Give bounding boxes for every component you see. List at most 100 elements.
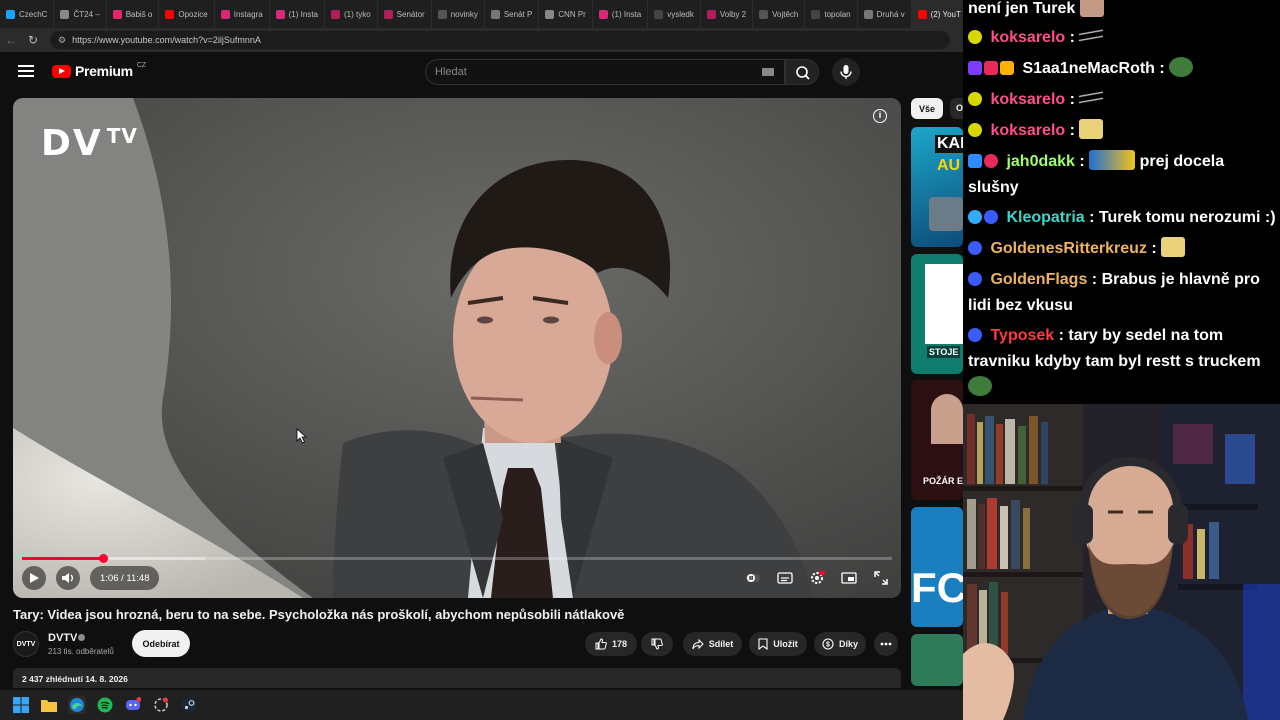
steam-icon[interactable] — [180, 696, 198, 714]
verified-icon — [78, 634, 85, 641]
site-settings-icon[interactable]: ⚙ — [58, 35, 66, 46]
reload-icon[interactable]: ↻ — [22, 33, 44, 47]
watermark-tv: TV — [106, 124, 138, 148]
volume-icon — [62, 573, 73, 583]
keyboard-icon[interactable] — [762, 68, 774, 76]
badge-icon — [968, 61, 982, 75]
search-input[interactable]: Hledat — [425, 59, 785, 85]
fullscreen-icon[interactable] — [871, 568, 891, 588]
chat-username: S1aa1neMacRoth — [1022, 60, 1155, 77]
progress-scrubber[interactable] — [98, 554, 108, 563]
chat-username: GoldenFlags — [990, 271, 1088, 288]
info-icon[interactable]: i — [873, 109, 887, 123]
recommended-thumbnail[interactable] — [911, 634, 963, 686]
tab-label: novinky — [450, 9, 478, 19]
mouse-cursor-icon — [296, 428, 308, 444]
browser-tab[interactable]: Opozice — [159, 0, 215, 28]
menu-icon[interactable] — [18, 65, 34, 77]
spotify-icon[interactable] — [96, 696, 114, 714]
progress-bar[interactable] — [22, 554, 892, 563]
browser-tab[interactable]: Babiš o — [107, 0, 160, 28]
tab-label: Babiš o — [125, 9, 153, 19]
browser-tab[interactable]: Instagra — [215, 0, 270, 28]
logo-word: Premium — [75, 63, 133, 79]
recommended-thumbnail[interactable]: STOJE — [911, 254, 963, 374]
video-player[interactable]: DV TV i 1:06 / 11:48 — [13, 98, 901, 598]
browser-tab[interactable]: Senát P — [485, 0, 540, 28]
app-icon[interactable] — [152, 696, 170, 714]
browser-tab[interactable]: (1) tyko — [325, 0, 378, 28]
address-bar[interactable]: ⚙ https://www.youtube.com/watch?v=2iljSu… — [50, 31, 950, 49]
tab-favicon-icon — [490, 9, 500, 19]
badge-icon — [968, 328, 982, 342]
search-button[interactable] — [785, 59, 819, 85]
dislike-button[interactable] — [641, 632, 673, 656]
volume-button[interactable] — [56, 566, 80, 590]
tab-favicon-icon — [383, 9, 393, 19]
more-actions-button[interactable] — [874, 632, 898, 656]
chat-message: koksarelo : — [968, 87, 1278, 113]
search-icon — [796, 66, 810, 80]
thumb-text: AU — [937, 157, 961, 174]
browser-tab[interactable]: ČT24 – — [54, 0, 107, 28]
description-box[interactable]: 2 437 zhlédnutí 14. 8. 2026 — [13, 668, 901, 688]
autoplay-toggle-icon[interactable] — [743, 568, 763, 588]
tab-label: CzechC — [19, 9, 48, 19]
stream-chat: není jen Turek koksarelo : S1aa1neMacRot… — [963, 0, 1280, 404]
browser-tab[interactable]: novinky — [432, 0, 485, 28]
discord-icon[interactable] — [124, 696, 142, 714]
browser-tab[interactable]: CzechC — [0, 0, 55, 28]
browser-tab[interactable]: Volby 2 — [701, 0, 754, 28]
share-label: Sdílet — [708, 639, 734, 649]
tab-favicon-icon — [811, 9, 821, 19]
channel-avatar[interactable]: DVTV — [13, 631, 39, 657]
browser-tab[interactable]: (1) Insta — [593, 0, 649, 28]
settings-icon[interactable] — [807, 568, 827, 588]
thanks-button[interactable]: $ Díky — [814, 632, 866, 656]
channel-name[interactable]: DVTV — [48, 632, 77, 644]
browser-tab[interactable]: Druhá v — [858, 0, 912, 28]
face-emote-icon — [1079, 0, 1104, 17]
recommended-thumbnail[interactable]: KAM AU — [911, 127, 963, 247]
browser-tab[interactable]: Senátor — [378, 0, 432, 28]
windows-taskbar — [0, 690, 963, 720]
back-icon[interactable]: ← — [0, 33, 22, 47]
subtitles-icon[interactable] — [775, 568, 795, 588]
recommended-thumbnail[interactable]: FC — [911, 507, 963, 627]
windows-start-icon[interactable] — [12, 696, 30, 714]
subscribe-button[interactable]: Odebírat — [132, 630, 190, 657]
tab-label: (2) YouT — [930, 9, 961, 19]
browser-tab[interactable]: CNN Pr — [539, 0, 593, 28]
save-button[interactable]: Uložit — [749, 632, 807, 656]
miniplayer-icon[interactable] — [839, 568, 859, 588]
chat-username: Typosek — [990, 327, 1055, 344]
save-label: Uložit — [773, 639, 798, 649]
browser-tab[interactable]: vysledk — [648, 0, 701, 28]
browser-tab[interactable]: (2) YouT — [911, 0, 963, 28]
browser-tab[interactable]: Vojtěch — [753, 0, 806, 28]
player-right-controls — [743, 566, 891, 590]
file-explorer-icon[interactable] — [40, 696, 58, 714]
like-count: 178 — [611, 639, 628, 649]
browser-tab[interactable]: (1) Insta — [270, 0, 325, 28]
tab-label: Opozice — [178, 9, 208, 19]
browser-tab[interactable]: topolan — [805, 0, 858, 28]
search-placeholder: Hledat — [435, 66, 467, 78]
share-button[interactable]: Sdílet — [683, 632, 742, 656]
play-button[interactable] — [22, 566, 46, 590]
youtube-logo[interactable]: Premium CZ — [52, 62, 146, 79]
tab-favicon-icon — [112, 9, 122, 19]
chat-username: jah0dakk — [1006, 153, 1075, 170]
tab-label: (1) Insta — [288, 9, 318, 19]
tab-label: Vojtěch — [772, 9, 799, 19]
voice-search-button[interactable] — [832, 58, 860, 86]
crown-badge-icon — [1000, 61, 1014, 75]
badge-icon — [984, 210, 998, 224]
edge-browser-icon[interactable] — [68, 696, 86, 714]
chip-all[interactable]: Vše — [911, 98, 943, 119]
play-icon — [30, 573, 39, 583]
thanks-icon: $ — [822, 638, 834, 650]
like-button[interactable]: 178 — [585, 632, 637, 656]
chat-username: koksarelo — [990, 122, 1066, 139]
recommended-thumbnail[interactable]: POŽÁR E — [911, 380, 963, 500]
